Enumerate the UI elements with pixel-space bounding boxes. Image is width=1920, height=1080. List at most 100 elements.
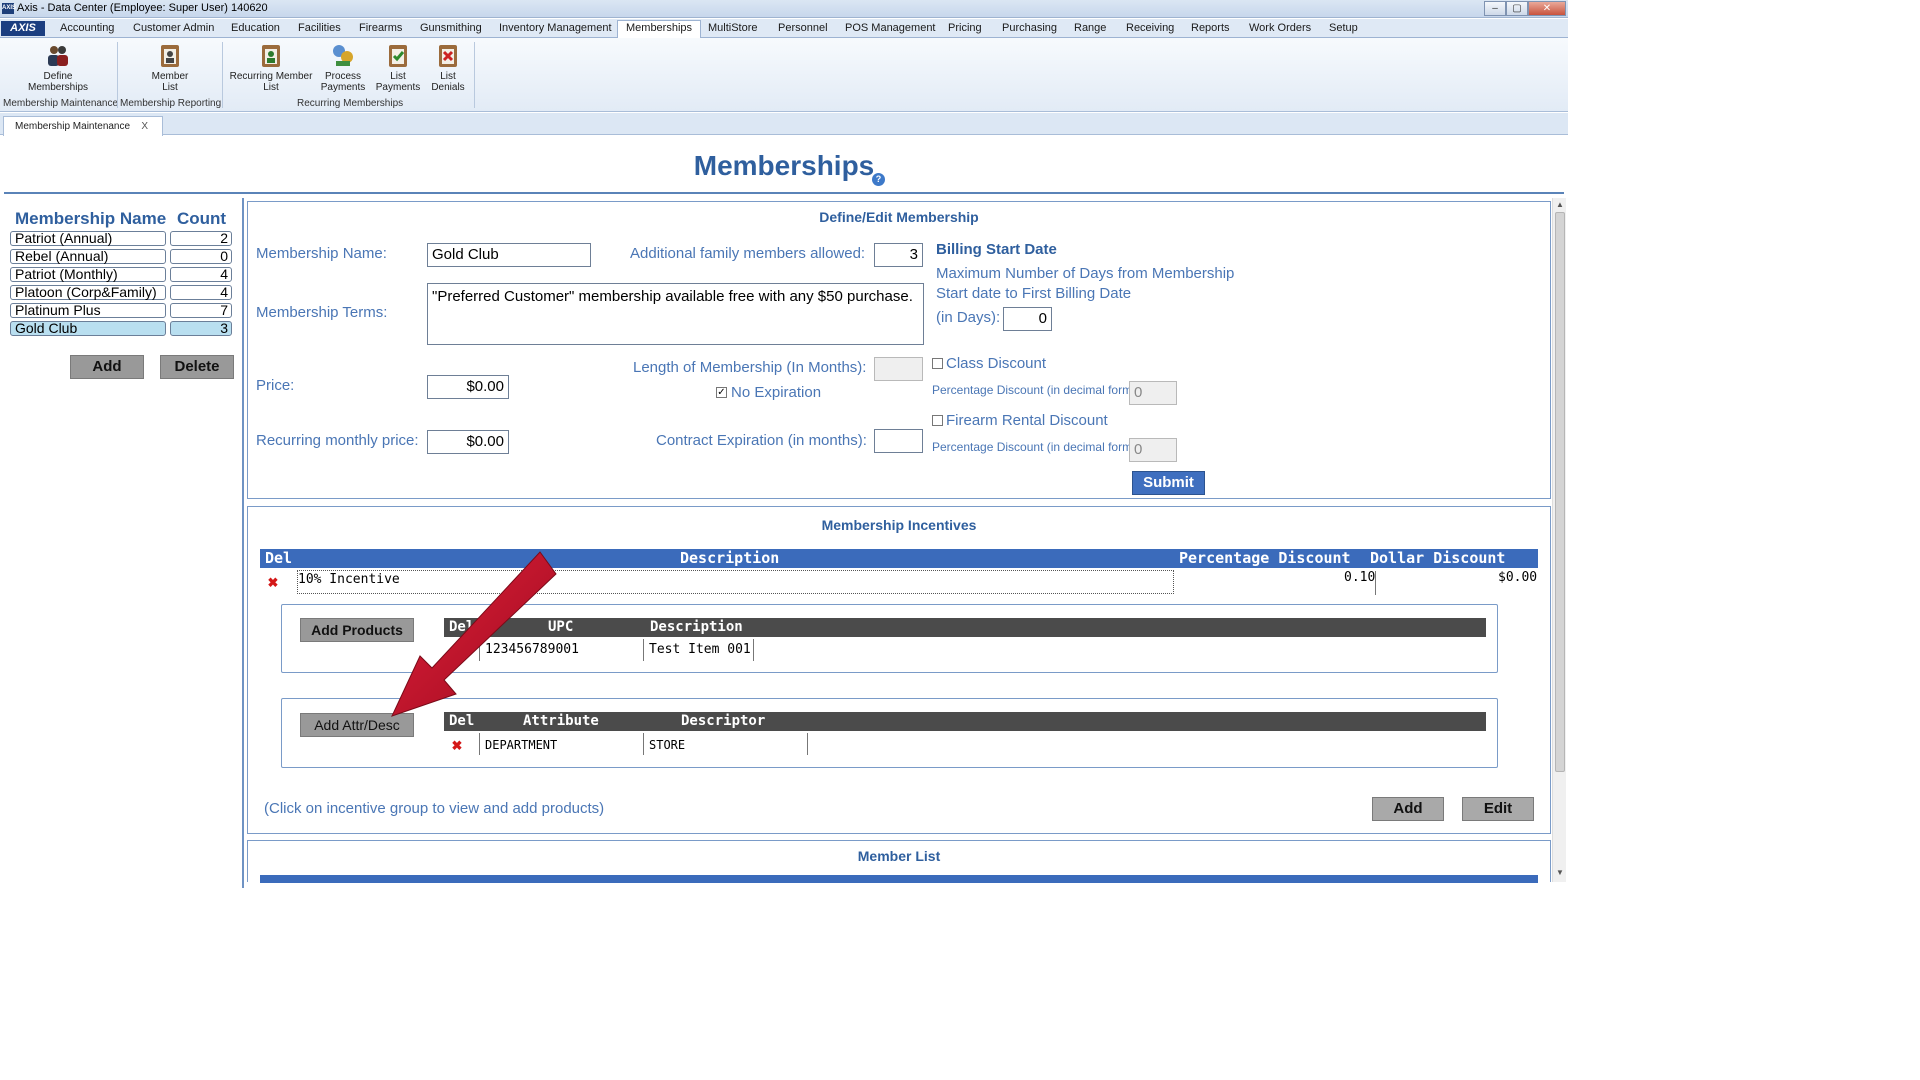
close-window-button[interactable]: ✕: [1528, 1, 1566, 16]
tab-reports[interactable]: Reports: [1191, 21, 1230, 38]
col-description: Description: [680, 549, 780, 567]
tab-inventory-management[interactable]: Inventory Management: [499, 21, 612, 38]
edit-incentive-button[interactable]: Edit: [1462, 797, 1534, 821]
membership-row[interactable]: Patriot (Annual) 2: [10, 231, 234, 246]
incentives-title: Membership Incentives: [821, 517, 977, 533]
process-payments-label-2: Payments: [320, 82, 366, 93]
membership-row[interactable]: Rebel (Annual) 0: [10, 249, 234, 264]
product-description: Test Item 001: [649, 642, 751, 657]
tab-receiving[interactable]: Receiving: [1126, 21, 1174, 38]
firearm-rental-discount-checkbox[interactable]: [932, 415, 943, 426]
main-menu: AXIS Accounting Customer Admin Education…: [0, 19, 1568, 39]
list-denials-button[interactable]: List Denials: [424, 42, 472, 93]
tab-education[interactable]: Education: [231, 21, 280, 38]
tab-memberships[interactable]: Memberships: [617, 20, 702, 39]
define-edit-title: Define/Edit Membership: [819, 209, 979, 225]
list-payments-button[interactable]: List Payments: [373, 42, 423, 93]
add-attr-desc-button[interactable]: Add Attr/Desc: [300, 713, 414, 737]
add-products-button[interactable]: Add Products: [300, 618, 414, 642]
membership-count: 3: [170, 321, 232, 336]
scroll-up-icon[interactable]: ▲: [1556, 200, 1564, 209]
cell-divider: [753, 639, 754, 661]
class-discount-label: Class Discount: [946, 355, 1047, 372]
membership-terms-textarea[interactable]: "Preferred Customer" membership availabl…: [427, 283, 924, 345]
no-expiration-label: No Expiration: [731, 384, 822, 401]
process-payments-label-1: Process: [324, 71, 362, 82]
membership-name: Patriot (Annual): [10, 231, 166, 246]
tab-purchasing[interactable]: Purchasing: [1002, 21, 1057, 38]
help-icon[interactable]: ?: [872, 173, 885, 186]
incentive-percentage: 0.10: [1344, 570, 1376, 585]
submit-button[interactable]: Submit: [1132, 471, 1205, 495]
class-discount-checkbox[interactable]: [932, 358, 943, 369]
tab-customer-admin[interactable]: Customer Admin: [133, 21, 214, 38]
membership-name: Gold Club: [10, 321, 166, 336]
tab-work-orders[interactable]: Work Orders: [1249, 21, 1311, 38]
membership-row-selected[interactable]: Gold Club 3: [10, 321, 234, 336]
firearm-pct-input[interactable]: 0: [1129, 438, 1177, 462]
delete-incentive-icon[interactable]: ✖: [267, 576, 279, 589]
maximize-button[interactable]: ▢: [1506, 1, 1528, 16]
tab-firearms[interactable]: Firearms: [359, 21, 402, 38]
no-expiration-checkbox[interactable]: ✓: [716, 387, 727, 398]
tab-multistore[interactable]: MultiStore: [708, 21, 758, 38]
list-denials-icon: [435, 42, 461, 68]
process-payments-button[interactable]: Process Payments: [317, 42, 369, 93]
membership-count: 0: [170, 249, 232, 264]
doc-tab-close-icon[interactable]: X: [141, 117, 148, 136]
member-list-title: Member List: [857, 848, 941, 864]
define-memberships-button[interactable]: Define Memberships: [20, 42, 96, 93]
membership-name-label: Membership Name:: [256, 245, 387, 262]
member-list-grid-header: [260, 875, 1538, 883]
minimize-button[interactable]: –: [1484, 1, 1506, 16]
price-input[interactable]: $0.00: [427, 375, 509, 399]
membership-row[interactable]: Platinum Plus 7: [10, 303, 234, 318]
contract-expiration-input[interactable]: [874, 429, 923, 453]
clipboard-icon: [157, 42, 183, 68]
delete-membership-button[interactable]: Delete: [160, 355, 234, 379]
ribbon-toolbar: Define Memberships Member List Recurring…: [0, 38, 1568, 112]
doc-tab-membership-maintenance[interactable]: Membership Maintenance X: [3, 116, 163, 136]
contract-expiration-label: Contract Expiration (in months):: [656, 432, 867, 449]
add-incentive-button[interactable]: Add: [1372, 797, 1444, 821]
membership-row[interactable]: Patriot (Monthly) 4: [10, 267, 234, 282]
scroll-down-icon[interactable]: ▼: [1556, 868, 1564, 877]
billing-desc-line-2: Start date to First Billing Date: [936, 285, 1132, 302]
cell-divider: [807, 733, 808, 755]
cell-divider: [479, 733, 480, 755]
membership-name-input[interactable]: Gold Club: [427, 243, 591, 267]
doc-tab-label: Membership Maintenance: [15, 121, 131, 132]
document-tabs: Membership Maintenance X: [0, 113, 1568, 136]
scrollbar-thumb[interactable]: [1555, 212, 1565, 772]
family-members-input[interactable]: 3: [874, 243, 923, 267]
incentive-description: 10% Incentive: [298, 572, 400, 587]
membership-row[interactable]: Platoon (Corp&Family) 4: [10, 285, 234, 300]
tab-pricing[interactable]: Pricing: [948, 21, 982, 38]
tab-facilities[interactable]: Facilities: [298, 21, 341, 38]
tab-setup[interactable]: Setup: [1329, 21, 1358, 38]
recurring-price-input[interactable]: $0.00: [427, 430, 509, 454]
group-membership-maintenance: Membership Maintenance: [3, 98, 119, 109]
length-of-membership-input[interactable]: [874, 357, 923, 381]
class-pct-input[interactable]: 0: [1129, 381, 1177, 405]
class-pct-label: Percentage Discount (in decimal form): [932, 383, 1137, 397]
length-of-membership-label: Length of Membership (In Months):: [633, 359, 867, 376]
billing-days-input[interactable]: 0: [1003, 307, 1052, 331]
membership-name: Platinum Plus: [10, 303, 166, 318]
tab-accounting[interactable]: Accounting: [60, 21, 114, 38]
recurring-member-list-label-1: Recurring Member: [229, 71, 313, 82]
cell-divider: [479, 639, 480, 661]
vertical-scrollbar[interactable]: ▲ ▼: [1552, 198, 1566, 882]
incentive-row[interactable]: 10% Incentive: [297, 570, 1174, 594]
col-descriptor: Descriptor: [681, 713, 766, 729]
recurring-member-list-button[interactable]: Recurring Member List: [228, 42, 314, 93]
tab-range[interactable]: Range: [1074, 21, 1106, 38]
tab-gunsmithing[interactable]: Gunsmithing: [420, 21, 482, 38]
col-del: Del: [449, 619, 475, 635]
member-list-label-2: List: [162, 82, 178, 93]
member-list-button[interactable]: Member List: [140, 42, 200, 93]
tab-personnel[interactable]: Personnel: [778, 21, 828, 38]
add-membership-button[interactable]: Add: [70, 355, 144, 379]
delete-attribute-icon[interactable]: ✖: [451, 739, 463, 752]
tab-pos-management[interactable]: POS Management: [845, 21, 936, 38]
